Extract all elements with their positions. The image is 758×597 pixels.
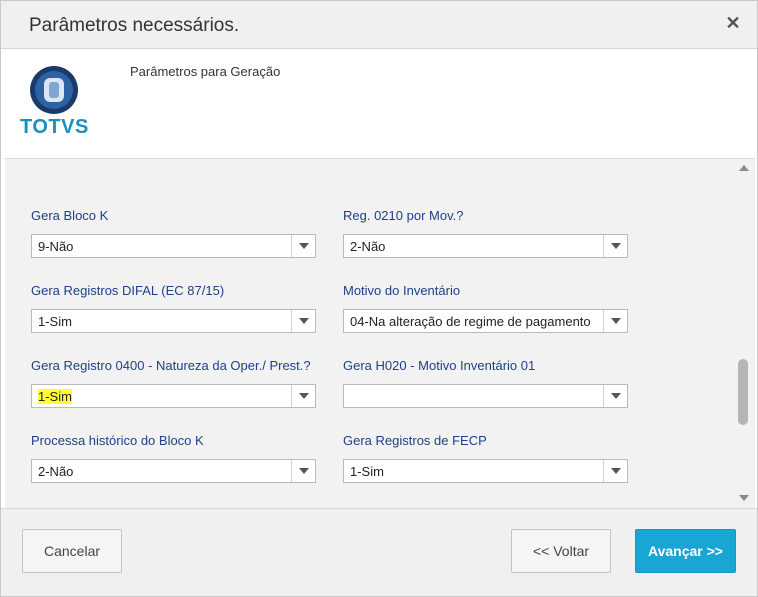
field-label-motivo-inventario: Motivo do Inventário — [343, 283, 461, 298]
field-label-gera-bloco-k: Gera Bloco K — [31, 208, 109, 223]
vertical-scrollbar[interactable] — [735, 159, 751, 507]
select-value: 9-Não — [38, 239, 74, 254]
select-reg-0210[interactable]: 2-Não — [343, 234, 628, 258]
cancel-button[interactable]: Cancelar — [22, 529, 122, 573]
next-accesskey: A — [648, 543, 658, 559]
back-prefix: << — [532, 543, 554, 559]
select-value: 1-Sim — [38, 314, 72, 329]
select-value: 2-Não — [350, 239, 386, 254]
scroll-up-icon[interactable] — [739, 165, 749, 171]
dialog-footer: Cancelar << Voltar Avançar >> — [1, 508, 757, 596]
field-label-difal: Gera Registros DIFAL (EC 87/15) — [31, 283, 225, 298]
highlighted-value: 1-Sim — [38, 389, 72, 404]
cancel-label: ancelar — [54, 543, 101, 559]
field-label-h020-motivo: Gera H020 - Motivo Inventário 01 — [343, 358, 536, 373]
section-subtitle: Parâmetros para Geração — [130, 64, 281, 79]
select-value: 1-Sim — [38, 389, 290, 404]
select-motivo-inventario[interactable]: 04-Na alteração de regime de pagamento — [343, 309, 628, 333]
select-value: 2-Não — [38, 464, 74, 479]
select-fecp[interactable]: 1-Sim — [343, 459, 628, 483]
scroll-thumb[interactable] — [738, 359, 748, 425]
scroll-down-icon[interactable] — [739, 495, 749, 501]
select-gera-bloco-k[interactable]: 9-Não — [31, 234, 316, 258]
chevron-down-icon[interactable] — [603, 460, 627, 482]
dialog-title: Parâmetros necessários. — [29, 15, 240, 36]
chevron-down-icon[interactable] — [603, 310, 627, 332]
field-label-reg-0210: Reg. 0210 por Mov.? — [343, 208, 464, 223]
logo-text: TOTVS — [20, 116, 89, 138]
dialog-title-bar: Parâmetros necessários. ✕ — [1, 1, 757, 49]
select-value: 04-Na alteração de regime de pagamento — [350, 314, 591, 329]
select-historico-bloco-k[interactable]: 2-Não — [31, 459, 316, 483]
select-registro-0400[interactable]: 1-Sim — [31, 384, 316, 408]
cancel-accesskey: C — [43, 543, 55, 559]
field-label-historico-bloco-k: Processa histórico do Bloco K — [31, 433, 204, 448]
back-button[interactable]: << Voltar — [511, 529, 611, 573]
close-icon[interactable]: ✕ — [723, 13, 743, 33]
field-label-fecp: Gera Registros de FECP — [343, 433, 487, 448]
field-label-registro-0400: Gera Registro 0400 - Natureza da Oper./ … — [31, 358, 311, 373]
back-label: oltar — [561, 543, 590, 559]
select-h020-motivo[interactable] — [343, 384, 628, 408]
next-button[interactable]: Avançar >> — [635, 529, 736, 573]
back-accesskey: V — [553, 543, 562, 559]
select-difal[interactable]: 1-Sim — [31, 309, 316, 333]
chevron-down-icon[interactable] — [291, 310, 315, 332]
chevron-down-icon[interactable] — [291, 460, 315, 482]
header-area: TOTVS Parâmetros para Geração — [5, 50, 755, 158]
chevron-down-icon[interactable] — [291, 385, 315, 407]
chevron-down-icon[interactable] — [291, 235, 315, 257]
chevron-down-icon[interactable] — [603, 235, 627, 257]
parameters-dialog: Parâmetros necessários. ✕ TOTVS Parâmetr… — [0, 0, 758, 597]
chevron-down-icon[interactable] — [603, 385, 627, 407]
parameters-form: Gera Bloco K 9-Não Reg. 0210 por Mov.? 2… — [5, 158, 755, 508]
select-value: 1-Sim — [350, 464, 384, 479]
next-label: vançar >> — [657, 543, 723, 559]
